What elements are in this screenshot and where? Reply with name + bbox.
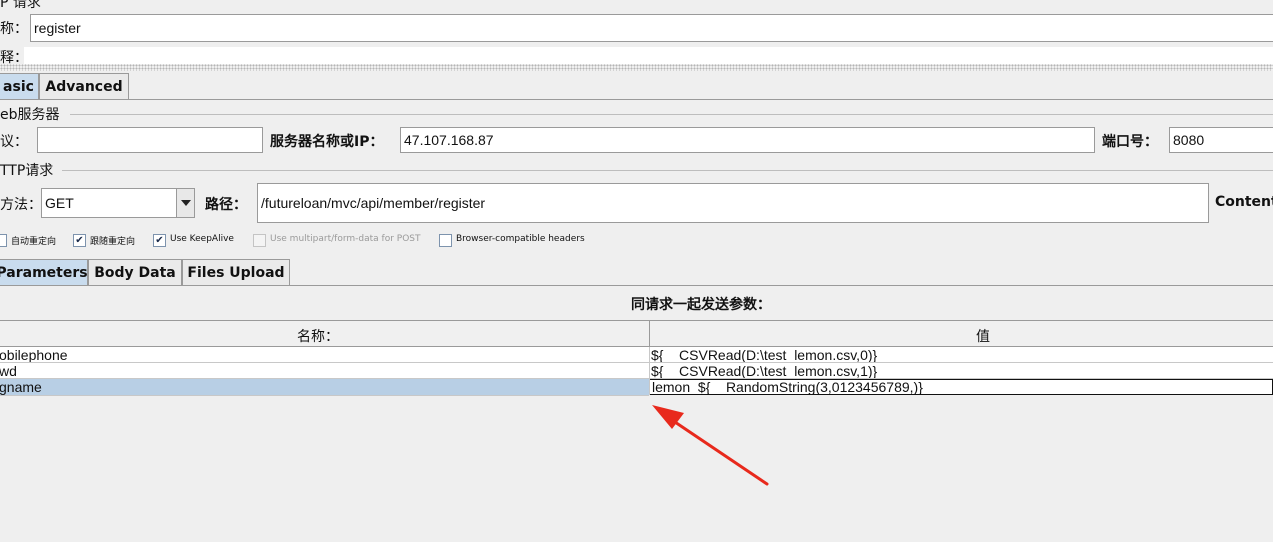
column-header-name[interactable]: 名称： (297, 326, 339, 346)
http-section-title: TTP请求 (0, 163, 54, 179)
panel-title: P 请求 (0, 0, 41, 11)
auto-redirect-checkbox[interactable] (0, 234, 7, 247)
auto-redirect-label: 自动重定向 (11, 237, 57, 247)
web-server-section-title: eb服务器 (0, 107, 60, 123)
table-bottom-line (0, 395, 649, 396)
tab-advanced-label: Advanced (45, 78, 123, 95)
browser-headers-label: Browser-compatible headers (456, 234, 585, 244)
web-server-section-line (70, 114, 1273, 115)
path-input-value: /futureloan/mvc/api/member/register (261, 195, 486, 211)
annotation-arrow-icon (652, 405, 769, 486)
keepalive-checkbox[interactable]: ✔ (153, 234, 166, 247)
method-select[interactable]: GET (41, 188, 177, 218)
tab-basic[interactable]: asic (0, 73, 39, 99)
keepalive-label: Use KeepAlive (170, 234, 234, 244)
server-input[interactable]: 47.107.168.87 (400, 127, 1095, 153)
table-header-divider (649, 320, 650, 347)
path-label: 路径： (205, 197, 247, 213)
tab-body-data[interactable]: Body Data (88, 259, 182, 285)
tab-files-upload[interactable]: Files Upload (182, 259, 290, 285)
param-name-cell[interactable]: obilephone (0, 347, 647, 363)
tab-advanced[interactable]: Advanced (39, 73, 129, 99)
tab-basic-label: asic (3, 78, 34, 95)
protocol-label: 议： (0, 134, 28, 150)
path-input[interactable]: /futureloan/mvc/api/member/register (257, 183, 1209, 223)
params-caption: 同请求一起发送参数： (631, 297, 771, 313)
checkmark-icon: ✔ (155, 235, 164, 246)
method-select-value: GET (45, 195, 74, 211)
port-label: 端口号： (1102, 134, 1158, 150)
name-input-value: register (34, 20, 81, 36)
param-name-cell[interactable]: wd (0, 363, 647, 379)
name-input[interactable]: register (30, 14, 1273, 42)
port-input-value: 8080 (1173, 132, 1205, 148)
checkmark-icon: ✔ (75, 235, 84, 246)
http-section-line (62, 170, 1273, 171)
param-value-cell[interactable]: lemon_${__RandomString(3,0123456789,)} (650, 379, 1272, 395)
follow-redirect-checkbox[interactable]: ✔ (73, 234, 86, 247)
splitter-handle[interactable] (0, 64, 1273, 71)
browser-headers-checkbox[interactable] (439, 234, 452, 247)
tab-files-upload-label: Files Upload (187, 264, 285, 281)
protocol-input[interactable] (37, 127, 263, 153)
param-value-cell[interactable]: ${__CSVRead(D:\test_lemon.csv,1)} (649, 363, 1273, 379)
method-dropdown-button[interactable] (176, 188, 195, 218)
table-header (0, 320, 1273, 347)
server-label: 服务器名称或IP： (270, 134, 384, 150)
tab-parameters[interactable]: Parameters (0, 259, 88, 285)
follow-redirect-label: 跟随重定向 (90, 237, 136, 247)
multipart-label: Use multipart/form-data for POST (270, 234, 421, 244)
port-input[interactable]: 8080 (1169, 127, 1273, 153)
tab-divider (0, 99, 1273, 100)
param-value-cell[interactable]: ${__CSVRead(D:\test_lemon.csv,0)} (649, 347, 1273, 363)
column-header-value[interactable]: 值 (976, 326, 990, 346)
tab-body-data-label: Body Data (94, 264, 176, 281)
content-encoding-label: Content (1215, 194, 1273, 210)
method-label: 方法： (0, 197, 42, 213)
subtab-divider (0, 285, 1273, 286)
tab-parameters-label: Parameters (0, 264, 88, 281)
chevron-down-icon (180, 200, 191, 206)
name-label: 称： (0, 21, 28, 37)
comment-input[interactable] (24, 47, 1273, 64)
server-input-value: 47.107.168.87 (404, 132, 494, 148)
column-divider (649, 347, 650, 395)
multipart-checkbox (253, 234, 266, 247)
param-name-cell[interactable]: gname (0, 379, 647, 395)
